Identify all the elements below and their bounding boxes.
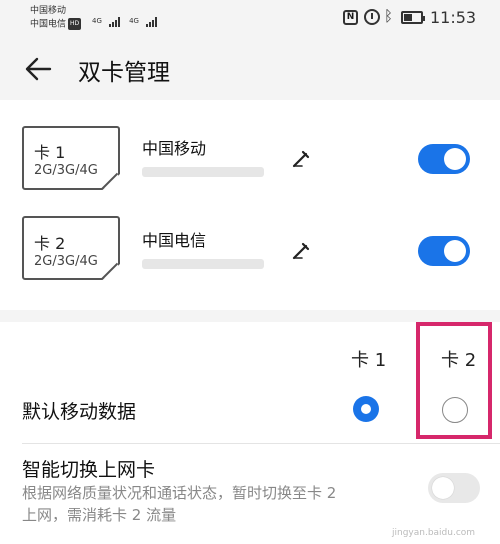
watermark: jingyan.baidu.com: [392, 528, 476, 538]
back-button[interactable]: [22, 52, 56, 86]
edit-pencil-icon: [292, 242, 310, 260]
signal-bars-2-icon: [146, 17, 158, 27]
sim-1-operator: 中国移动: [142, 139, 207, 158]
bluetooth-icon: ᛒ: [384, 7, 394, 25]
signal-bars-1-icon: [108, 17, 120, 27]
smart-switch-toggle[interactable]: [428, 473, 480, 503]
battery-icon: [401, 11, 425, 24]
edit-sim-1-button[interactable]: [290, 148, 312, 170]
sim-row-2: 卡 2 2G/3G/4G 中国电信: [0, 210, 500, 290]
network-type-2: 4G: [129, 17, 139, 25]
sim-2-network-types: 2G/3G/4G: [34, 254, 98, 269]
column-header-sim-1: 卡 1: [351, 350, 387, 371]
page-title: 双卡管理: [78, 60, 170, 86]
highlight-box: [416, 322, 492, 439]
back-arrow-icon: [25, 57, 52, 81]
radio-dot: [361, 404, 371, 414]
hd-badge: HD: [68, 18, 82, 30]
sim-1-network-types: 2G/3G/4G: [34, 163, 98, 178]
sim-row-1: 卡 1 2G/3G/4G 中国移动: [0, 120, 500, 200]
carrier-2: 中国电信 HD: [30, 18, 82, 30]
sim-1-slot-label: 卡 1: [34, 143, 66, 162]
smart-switch-title: 智能切换上网卡: [22, 459, 156, 481]
toggle-knob: [444, 148, 466, 170]
smart-switch-description-line1: 根据网络质量状况和通话状态，暂时切换至卡 2: [22, 484, 337, 502]
status-bar: 中国移动 中国电信 HD 4G 4G N ᛒ 11:53: [0, 0, 500, 36]
toggle-knob: [444, 240, 466, 262]
alarm-icon: [364, 9, 380, 25]
smart-switch-description-line2: 上网，需消耗卡 2 流量: [22, 506, 177, 524]
edit-sim-2-button[interactable]: [290, 240, 312, 262]
sim-2-slot-label: 卡 2: [34, 234, 66, 253]
divider: [22, 443, 500, 444]
default-mobile-data-label: 默认移动数据: [22, 401, 137, 423]
sim-1-toggle[interactable]: [418, 144, 470, 174]
sim-2-toggle[interactable]: [418, 236, 470, 266]
sim-1-number-redacted: [142, 167, 264, 177]
network-type-1: 4G: [92, 17, 102, 25]
edit-pencil-icon: [292, 150, 310, 168]
toggle-knob: [432, 477, 454, 499]
carrier-1: 中国移动: [30, 6, 67, 16]
signal-indicators: 4G 4G: [92, 8, 158, 27]
clock-time: 11:53: [430, 8, 477, 27]
sim-2-number-redacted: [142, 259, 264, 269]
nfc-icon: N: [343, 10, 358, 25]
sim-2-operator: 中国电信: [142, 231, 207, 250]
mobile-data-sim-1-radio[interactable]: [353, 396, 379, 422]
